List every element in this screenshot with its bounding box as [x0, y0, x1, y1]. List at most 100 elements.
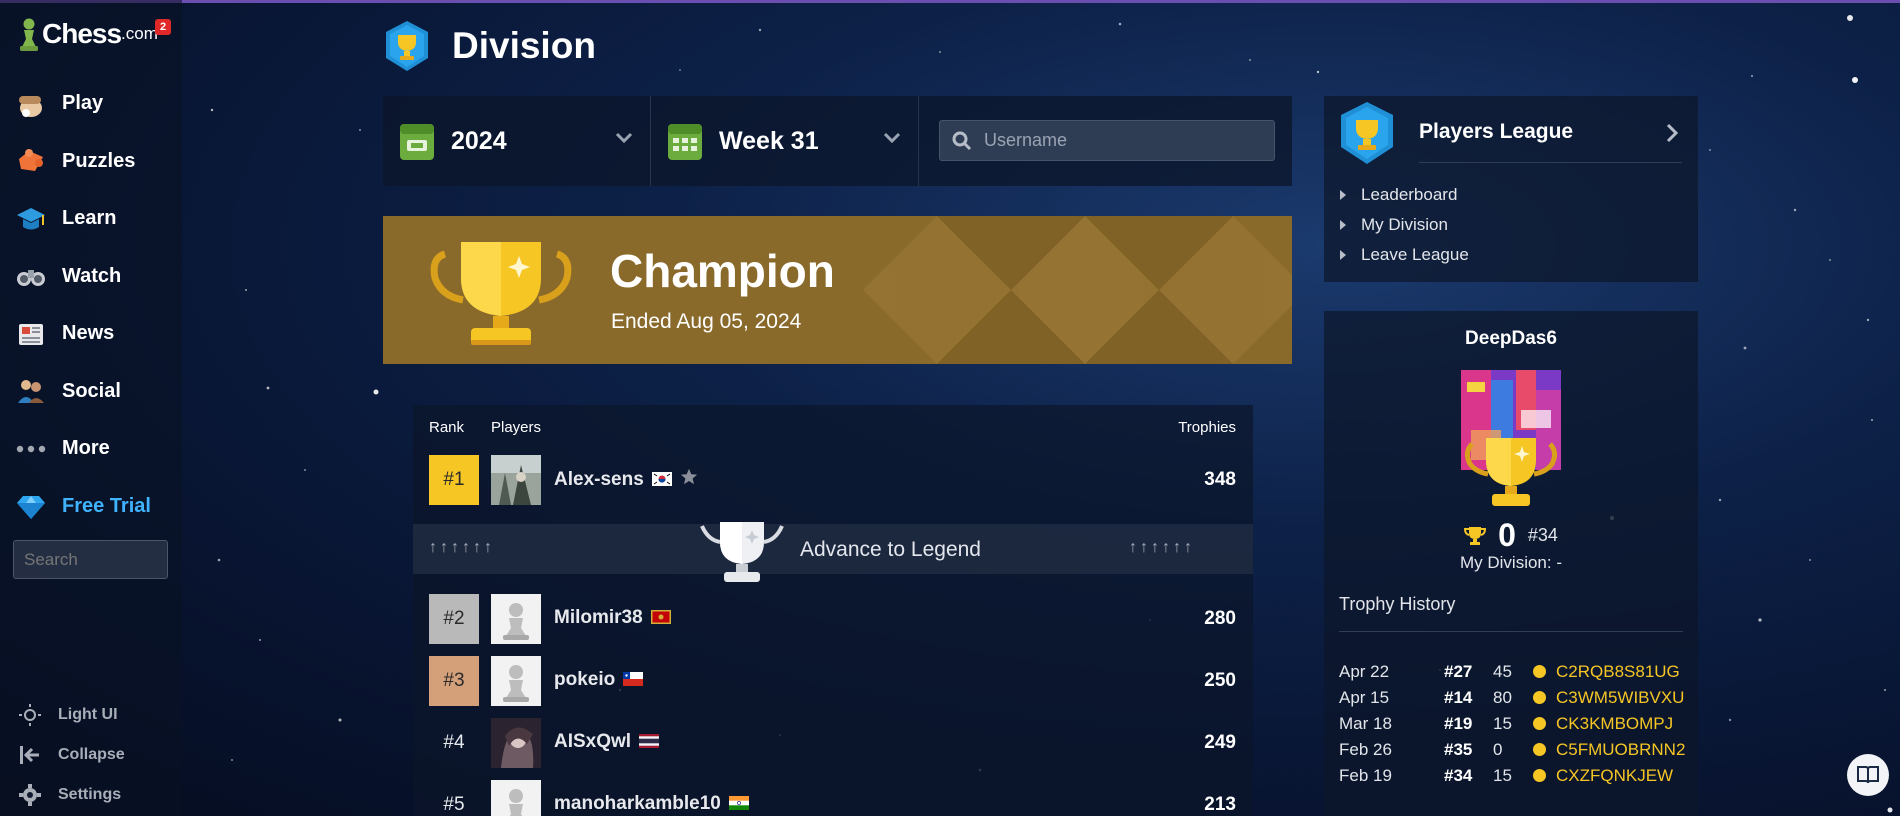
- year-value: 2024: [451, 126, 507, 155]
- gear-icon: [16, 781, 44, 809]
- leave-league-link[interactable]: Leave League: [1340, 240, 1469, 270]
- binoculars-icon: [14, 259, 48, 293]
- table-row[interactable]: #4 AISxQwl 249: [413, 717, 1253, 769]
- sidebar-item-puzzles[interactable]: Puzzles: [0, 133, 182, 191]
- sidebar-item-label: Free Trial: [62, 494, 151, 517]
- sidebar-item-learn[interactable]: Learn: [0, 190, 182, 248]
- sidebar-item-play[interactable]: Play: [0, 75, 182, 133]
- diamond-icon: [14, 489, 48, 523]
- caret-right-icon: [1340, 190, 1346, 200]
- sidebar: Chess .com 2 Play Puzzles Learn Watch Ne…: [0, 0, 182, 816]
- logo-text: Chess: [42, 18, 122, 49]
- rank-badge: #3: [429, 656, 479, 706]
- username-search-input[interactable]: [984, 130, 1264, 151]
- trophy-history-list: Apr 22 #27 45 C2RQB8S81UG Apr 15 #14 80 C3WM5W…: [1339, 659, 1689, 789]
- caret-right-icon: [1340, 250, 1346, 260]
- sidebar-item-label: Puzzles: [62, 149, 136, 172]
- player-trophies: 250: [1204, 670, 1236, 691]
- advance-label: Advance to Legend: [800, 538, 981, 561]
- player-trophies: 348: [1204, 469, 1236, 490]
- flag-th-icon: [639, 734, 660, 748]
- table-row[interactable]: #2 Milomir38 280: [413, 593, 1253, 645]
- advance-arrows-left: ↑↑↑↑↑↑: [429, 539, 495, 556]
- profile-trophy-count: 0: [1498, 517, 1516, 553]
- player-trophies: 213: [1204, 794, 1236, 815]
- gold-trophy-icon: [1464, 438, 1558, 506]
- division-code-link[interactable]: C5FMUOBRNN2: [1556, 740, 1685, 760]
- history-row: Mar 18 #19 15 CK3KMBOMPJ: [1339, 714, 1674, 734]
- advance-arrows-right: ↑↑↑↑↑↑: [1129, 539, 1195, 556]
- flag-in-icon: [728, 796, 749, 810]
- gold-dot-icon: [1533, 691, 1546, 704]
- page-header: Division: [384, 20, 596, 72]
- collapse-arrow-icon: [16, 741, 44, 769]
- player-name: manoharkamble10: [554, 793, 749, 815]
- calendar-icon: [668, 124, 702, 160]
- advance-to-legend-divider: ↑↑↑↑↑↑ Advance to Legend ↑↑↑↑↑↑: [413, 522, 1253, 582]
- sidebar-item-free-trial[interactable]: Free Trial: [0, 478, 182, 536]
- division-table: Rank Players Trophies #1 Alex-sens 348 ↑…: [413, 405, 1253, 816]
- sidebar-item-label: Watch: [62, 264, 122, 287]
- division-code-link[interactable]: C3WM5WIBVXU: [1556, 688, 1684, 708]
- chess-com-logo[interactable]: Chess .com: [18, 14, 158, 54]
- people-icon: [14, 374, 48, 408]
- flag-me-icon: [650, 610, 671, 624]
- league-panel: Players League Leaderboard My Division L…: [1324, 96, 1698, 282]
- player-trophies: 249: [1204, 732, 1236, 753]
- avatar: [491, 718, 541, 768]
- sun-icon: [16, 701, 44, 729]
- calendar-icon: [400, 124, 434, 160]
- sidebar-item-watch[interactable]: Watch: [0, 248, 182, 306]
- divider: [1419, 162, 1682, 163]
- avatar-pawn-placeholder: [491, 594, 541, 644]
- page-title: Division: [452, 25, 596, 66]
- player-name: Alex-sens: [554, 468, 698, 491]
- profile-username[interactable]: DeepDas6: [1324, 328, 1698, 350]
- rank-badge: #4: [443, 732, 465, 753]
- champion-banner: Champion Ended Aug 05, 2024: [383, 216, 1292, 364]
- flag-kr-icon: [651, 472, 672, 486]
- collapse-button[interactable]: Collapse: [16, 735, 176, 775]
- league-title[interactable]: Players League: [1419, 120, 1573, 144]
- player-trophies: 280: [1204, 608, 1236, 629]
- light-ui-toggle[interactable]: Light UI: [16, 695, 176, 735]
- sidebar-item-more[interactable]: More: [0, 420, 182, 478]
- flag-cl-icon: [623, 672, 644, 686]
- year-dropdown[interactable]: 2024: [383, 96, 651, 186]
- silver-trophy-icon: [700, 522, 784, 582]
- table-row[interactable]: #1 Alex-sens 348: [413, 454, 1253, 506]
- reader-mode-button[interactable]: [1847, 754, 1889, 796]
- gold-trophy-icon: [430, 242, 572, 345]
- league-links: Leaderboard My Division Leave League: [1340, 180, 1469, 270]
- history-row: Feb 26 #35 0 C5FMUOBRNN2: [1339, 740, 1686, 760]
- caret-right-icon: [1340, 220, 1346, 230]
- leaderboard-link[interactable]: Leaderboard: [1340, 180, 1469, 210]
- gold-dot-icon: [1533, 665, 1546, 678]
- settings-label: Settings: [58, 786, 122, 803]
- division-code-link[interactable]: CXZFQNKJEW: [1556, 766, 1673, 786]
- player-name: AISxQwl: [554, 731, 660, 753]
- filter-bar: 2024 Week 31: [383, 96, 1292, 186]
- notification-badge[interactable]: 2: [155, 19, 171, 35]
- division-code-link[interactable]: C2RQB8S81UG: [1556, 662, 1680, 682]
- settings-button[interactable]: Settings: [16, 775, 176, 815]
- chevron-right-icon[interactable]: [1666, 123, 1678, 143]
- light-ui-label: Light UI: [58, 706, 118, 723]
- col-trophies: Trophies: [1178, 419, 1236, 436]
- sidebar-search-input[interactable]: [13, 540, 168, 579]
- graduation-cap-icon: [14, 202, 48, 236]
- week-dropdown[interactable]: Week 31: [651, 96, 919, 186]
- sidebar-item-news[interactable]: News: [0, 305, 182, 363]
- sidebar-item-social[interactable]: Social: [0, 363, 182, 421]
- play-hand-icon: [14, 87, 48, 121]
- trophy-shield-icon: [386, 21, 428, 71]
- table-row[interactable]: #3 pokeio 250: [413, 655, 1253, 707]
- profile-rank: #34: [1527, 525, 1558, 545]
- chevron-down-icon: [883, 132, 901, 144]
- sidebar-item-label: Social: [62, 379, 121, 402]
- my-division-link[interactable]: My Division: [1340, 210, 1469, 240]
- table-row[interactable]: #5 manoharkamble10 213: [413, 779, 1253, 816]
- sidebar-nav: Play Puzzles Learn Watch News Social Mor…: [0, 75, 182, 535]
- division-code-link[interactable]: CK3KMBOMPJ: [1556, 714, 1673, 734]
- puzzle-icon: [14, 144, 48, 178]
